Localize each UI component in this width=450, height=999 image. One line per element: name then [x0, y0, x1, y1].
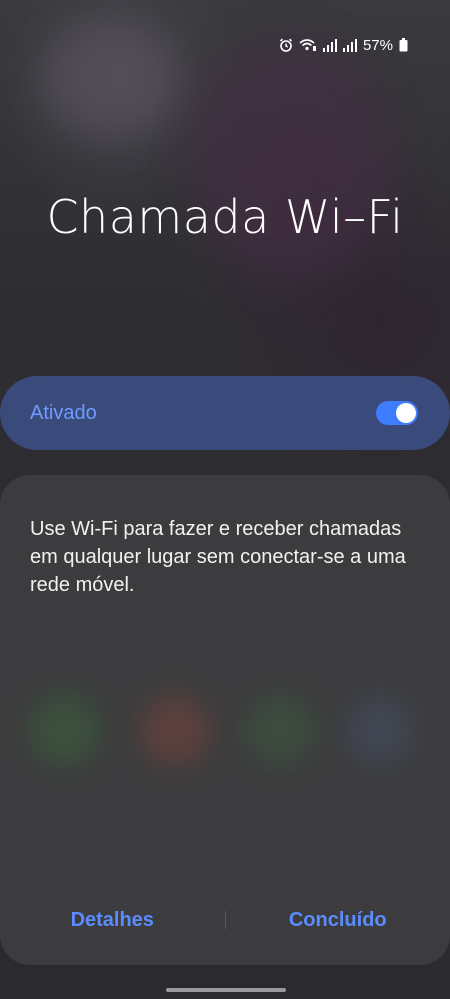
- wifi-calling-switch[interactable]: [376, 401, 418, 425]
- wifi-calling-toggle-row[interactable]: Ativado: [0, 376, 450, 450]
- home-indicator[interactable]: [166, 988, 286, 992]
- battery-icon: [399, 38, 408, 52]
- signal-icon: [342, 38, 357, 52]
- description-text: Use Wi-Fi para fazer e receber chamadas …: [30, 518, 406, 596]
- wifi-calling-icon: [299, 39, 316, 51]
- details-button[interactable]: Detalhes: [0, 909, 225, 932]
- toggle-label: Ativado: [30, 401, 97, 424]
- sheet-button-row: Detalhes Concluído: [0, 875, 450, 965]
- battery-percent: 57%: [362, 36, 393, 54]
- status-bar: 57%: [279, 34, 408, 56]
- switch-knob: [396, 403, 416, 423]
- done-button[interactable]: Concluído: [226, 909, 450, 932]
- alarm-icon: [279, 38, 293, 52]
- signal-icon: [322, 38, 337, 52]
- page-title: Chamada Wi–Fi: [46, 190, 404, 244]
- info-sheet: Use Wi-Fi para fazer e receber chamadas …: [0, 475, 450, 965]
